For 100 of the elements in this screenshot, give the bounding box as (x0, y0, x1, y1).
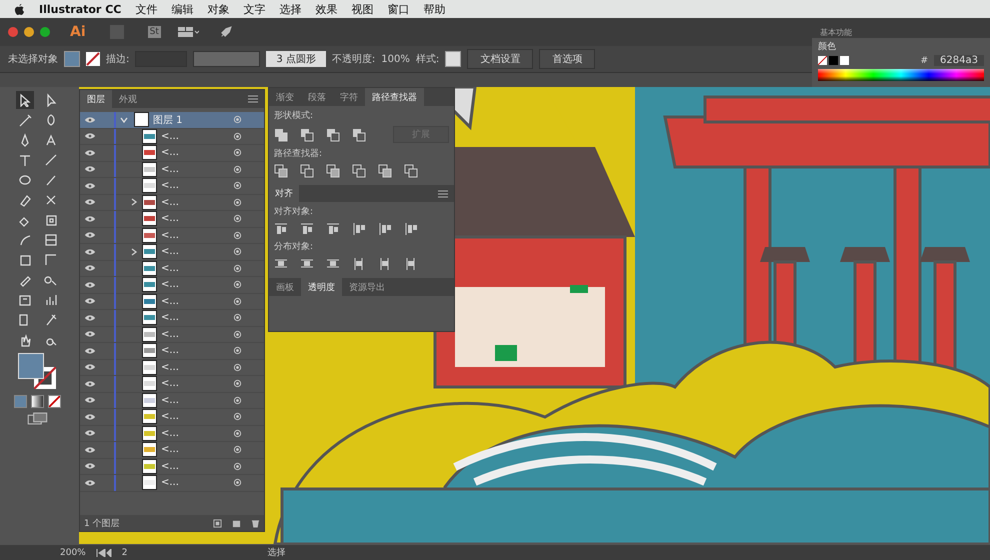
eye-icon[interactable] (84, 478, 96, 487)
sublayer-row[interactable]: <... (80, 162, 264, 178)
eye-icon[interactable] (84, 297, 96, 306)
sublayer-row[interactable]: <... (80, 128, 264, 145)
sublayer-row[interactable]: <... (80, 360, 264, 376)
sublayer-row[interactable]: <... (80, 475, 264, 492)
pathfinder-icon[interactable] (352, 164, 366, 178)
panel-tab[interactable]: 渐变 (269, 88, 301, 106)
menu-item[interactable]: 效果 (315, 2, 338, 16)
eye-icon[interactable] (84, 248, 96, 256)
none-mode-icon[interactable] (48, 395, 61, 408)
eye-icon[interactable] (84, 363, 96, 372)
first-artboard-icon[interactable] (96, 548, 112, 556)
new-sublayer-icon[interactable] (213, 518, 222, 528)
panel-menu-icon[interactable] (248, 95, 258, 103)
sublayer-row[interactable]: <... (80, 260, 264, 277)
eye-icon[interactable] (84, 165, 96, 174)
fill-swatch[interactable] (64, 51, 80, 67)
eye-icon[interactable] (84, 231, 96, 240)
eye-icon[interactable] (84, 280, 96, 289)
eye-icon[interactable] (84, 462, 96, 470)
eye-icon[interactable] (84, 314, 96, 322)
default-color-swatch[interactable] (840, 56, 849, 65)
eye-icon[interactable] (84, 182, 96, 190)
shape-mode-icon[interactable] (274, 128, 288, 142)
trash-icon[interactable] (251, 518, 260, 528)
menu-item[interactable]: 视图 (351, 2, 374, 16)
sublayer-row[interactable]: <... (80, 145, 264, 162)
panel-tab[interactable]: 段落 (301, 88, 333, 106)
new-layer-icon[interactable] (232, 518, 241, 528)
color-mode-icon[interactable] (14, 395, 27, 408)
control-button[interactable]: 首选项 (539, 49, 596, 69)
color-spectrum[interactable] (818, 69, 984, 81)
eye-icon[interactable] (84, 264, 96, 272)
eye-icon[interactable] (84, 148, 96, 157)
eye-icon[interactable] (84, 330, 96, 338)
align-icon[interactable] (274, 222, 288, 236)
tool-icon[interactable] (16, 91, 34, 109)
panel-tab[interactable]: 路径查找器 (365, 88, 424, 106)
stroke-none-swatch[interactable] (86, 52, 100, 66)
sublayer-row[interactable]: <... (80, 178, 264, 194)
apple-icon[interactable] (14, 2, 25, 16)
none-swatch[interactable] (818, 56, 827, 65)
sublayer-row[interactable]: <... (80, 326, 264, 343)
menu-item[interactable]: 文字 (243, 2, 266, 16)
sublayer-row[interactable]: <... (80, 310, 264, 326)
arrange-documents-icon[interactable] (176, 26, 199, 38)
hex-field[interactable]: 6284a3 (934, 55, 984, 66)
sublayer-row[interactable]: <... (80, 426, 264, 442)
app-name-menu[interactable]: Illustrator CC (39, 2, 122, 16)
eye-icon[interactable] (84, 132, 96, 140)
chevron-icon[interactable] (130, 198, 138, 206)
menu-item[interactable]: 编辑 (171, 2, 194, 16)
eye-icon[interactable] (84, 429, 96, 438)
layer-row[interactable]: 图层 1 (80, 112, 264, 128)
screen-mode-icon[interactable] (26, 412, 48, 425)
pathfinder-icon[interactable] (300, 164, 314, 178)
panel-tab[interactable]: 资源导出 (342, 278, 392, 296)
sublayer-row[interactable]: <... (80, 294, 264, 310)
sublayer-row[interactable]: <... (80, 442, 264, 458)
eye-icon[interactable] (84, 396, 96, 404)
control-button[interactable]: 文档设置 (467, 49, 534, 69)
fill-color-swatch[interactable] (18, 353, 44, 379)
eye-icon[interactable] (84, 116, 96, 124)
sublayer-row[interactable]: <... (80, 211, 264, 228)
sublayer-row[interactable]: <... (80, 458, 264, 475)
workspace-switcher[interactable]: 基本功能 (820, 26, 852, 38)
eye-icon[interactable] (84, 214, 96, 223)
menu-item[interactable]: 选择 (279, 2, 302, 16)
align-icon[interactable] (404, 222, 418, 236)
menu-item[interactable]: 文件 (135, 2, 158, 16)
eye-icon[interactable] (84, 412, 96, 421)
minimize-button[interactable] (24, 27, 34, 37)
sublayer-row[interactable]: <... (80, 228, 264, 244)
panel-tab[interactable]: 画板 (269, 278, 301, 296)
chevron-icon[interactable] (130, 248, 138, 256)
shape-mode-icon[interactable] (326, 128, 340, 142)
opacity-value[interactable]: 100% (381, 54, 410, 64)
shape-mode-icon[interactable] (352, 128, 366, 142)
pathfinder-icon[interactable] (274, 164, 288, 178)
panel-tab[interactable]: 图层 (80, 90, 112, 108)
menu-item[interactable]: 帮助 (423, 2, 446, 16)
style-swatch[interactable] (445, 51, 462, 67)
close-button[interactable] (8, 27, 18, 37)
current-tool[interactable]: 选择 (267, 546, 286, 559)
sublayer-row[interactable]: <... (80, 392, 264, 409)
default-color-swatch[interactable] (829, 56, 838, 65)
zoom-field[interactable]: 200% (60, 548, 86, 558)
align-icon[interactable] (352, 222, 366, 236)
artboard-field[interactable]: 2 (122, 548, 128, 558)
menu-item[interactable]: 窗口 (387, 2, 410, 16)
panel-tab[interactable]: 透明度 (301, 278, 342, 296)
sublayer-row[interactable]: <... (80, 277, 264, 294)
sublayer-row[interactable]: <... (80, 244, 264, 260)
align-icon[interactable] (326, 222, 340, 236)
panel-tab[interactable]: 对齐 (269, 185, 299, 202)
eye-icon[interactable] (84, 198, 96, 206)
stock-button[interactable]: St (148, 26, 161, 38)
eye-icon[interactable] (84, 446, 96, 454)
sublayer-row[interactable]: <... (80, 376, 264, 392)
